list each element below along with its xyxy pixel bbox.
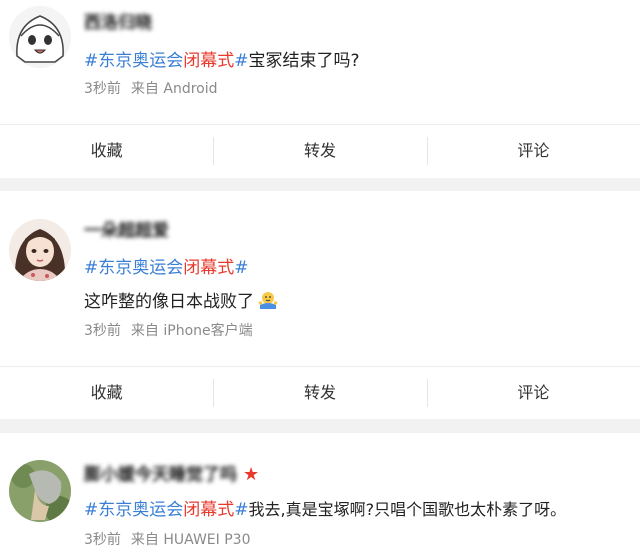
post-time: 3秒前: [84, 323, 121, 339]
username[interactable]: 西洛归晓: [84, 8, 152, 33]
action-bar: 收藏 转发 评论: [0, 124, 640, 177]
post-meta: 3秒前 来自 iPhone客户端: [84, 320, 253, 340]
hashtag-link[interactable]: #东京奥运会闭幕式#: [84, 500, 249, 520]
repost-button[interactable]: 转发: [213, 367, 426, 419]
post-meta: 3秒前 来自 HUAWEI P30: [84, 529, 250, 549]
username-text: 一朵超超爱: [84, 221, 169, 241]
post-body: 宝冢结束了吗?: [248, 51, 360, 71]
post-hashtag-line: #东京奥运会闭幕式#: [84, 253, 249, 278]
comment-button[interactable]: 评论: [426, 125, 640, 177]
hashtag-highlight: 闭幕式: [183, 500, 235, 520]
photo-avatar-image: [9, 460, 71, 522]
hashtag-suffix: #: [234, 51, 249, 71]
post-source: 来自 iPhone客户端: [130, 323, 253, 339]
hashtag-highlight: 闭幕式: [183, 258, 235, 278]
post-meta: 3秒前 来自 Android: [84, 78, 218, 98]
username-text: 膨小媛今天睡觉了吗: [84, 465, 237, 485]
comment-button[interactable]: 评论: [426, 367, 640, 419]
username[interactable]: 膨小媛今天睡觉了吗 ★: [84, 460, 259, 485]
post-text: #东京奥运会闭幕式#我去,真是宝塚啊?只唱个国歌也太朴素了呀。: [84, 495, 566, 520]
shrug-emoji-icon: [258, 290, 278, 315]
hashtag-highlight: 闭幕式: [183, 51, 235, 71]
hashtag-link[interactable]: #东京奥运会闭幕式#: [84, 258, 249, 278]
post-card: 西洛归晓 #东京奥运会闭幕式#宝冢结束了吗? 3秒前 来自 Android 收藏 …: [0, 0, 640, 178]
hashtag-link[interactable]: #东京奥运会闭幕式#: [84, 51, 249, 71]
post-source: 来自 HUAWEI P30: [130, 532, 251, 548]
post-time: 3秒前: [84, 532, 121, 548]
action-bar: 收藏 转发 评论: [0, 366, 640, 419]
hashtag-prefix: #东京奥运会: [84, 258, 184, 278]
star-icon: ★: [243, 464, 260, 485]
username[interactable]: 一朵超超爱: [84, 216, 169, 241]
post-source: 来自 Android: [130, 81, 218, 97]
post-time: 3秒前: [84, 81, 121, 97]
hashtag-suffix: #: [234, 500, 249, 520]
hashtag-prefix: #东京奥运会: [84, 500, 184, 520]
post-card: 一朵超超爱 #东京奥运会闭幕式# 这咋整的像日本战败了 3秒前 来自 iPhone…: [0, 191, 640, 419]
hashtag-suffix: #: [234, 258, 249, 278]
post-text: #东京奥运会闭幕式#宝冢结束了吗?: [84, 46, 360, 71]
repost-button[interactable]: 转发: [213, 125, 426, 177]
favorite-button[interactable]: 收藏: [0, 125, 213, 177]
post-body: 我去,真是宝塚啊?只唱个国歌也太朴素了呀。: [248, 500, 567, 519]
avatar[interactable]: [9, 6, 71, 68]
post-body: 这咋整的像日本战败了: [84, 292, 254, 312]
girl-avatar-image: [9, 219, 71, 281]
avatar[interactable]: [9, 460, 71, 522]
hashtag-prefix: #东京奥运会: [84, 51, 184, 71]
post-text: 这咋整的像日本战败了: [84, 287, 278, 315]
username-text: 西洛归晓: [84, 13, 152, 33]
avatar[interactable]: [9, 219, 71, 281]
post-card: 膨小媛今天睡觉了吗 ★ #东京奥运会闭幕式#我去,真是宝塚啊?只唱个国歌也太朴素了…: [0, 433, 640, 552]
favorite-button[interactable]: 收藏: [0, 367, 213, 419]
anime-avatar-image: [9, 6, 71, 68]
